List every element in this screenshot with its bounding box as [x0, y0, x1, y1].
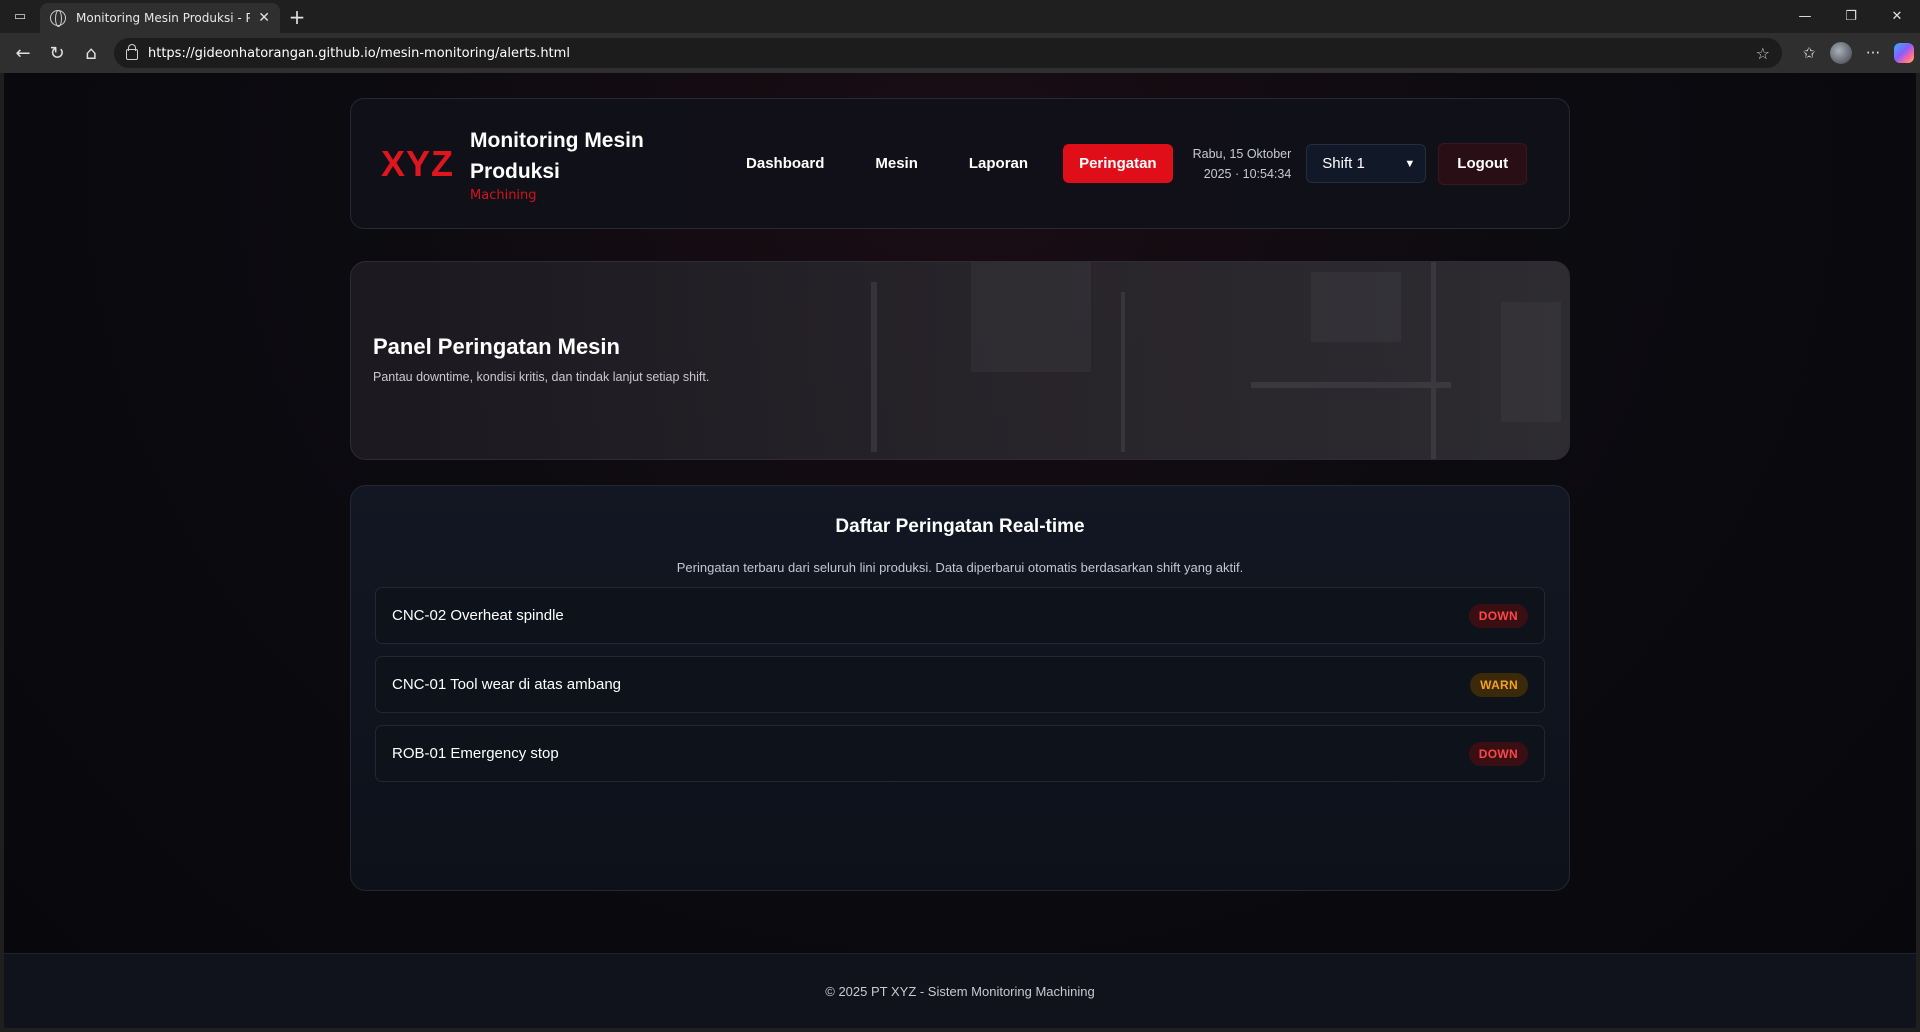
tab-title: Monitoring Mesin Produksi - Peri	[76, 11, 251, 25]
reload-button[interactable]: ↻	[40, 36, 74, 70]
browser-tab-bar: ▭ Monitoring Mesin Produksi - Peri ✕ + —…	[0, 0, 1920, 33]
alert-item[interactable]: CNC-02 Overheat spindle DOWN	[375, 587, 1545, 644]
time-text: 2025 · 10:54:34	[1203, 166, 1292, 181]
alerts-panel: Daftar Peringatan Real-time Peringatan t…	[350, 485, 1570, 891]
favorites-icon[interactable]: ✩	[1792, 36, 1826, 70]
hero-background-image	[351, 262, 1569, 459]
brand-title-line1: Monitoring Mesin	[470, 129, 644, 152]
profile-avatar-icon[interactable]	[1830, 42, 1852, 64]
nav-laporan[interactable]: Laporan	[953, 144, 1044, 183]
hero-banner: Panel Peringatan Mesin Pantau downtime, …	[350, 261, 1570, 460]
brand-title-line2: Produksi	[470, 160, 560, 183]
alert-item[interactable]: ROB-01 Emergency stop DOWN	[375, 725, 1545, 782]
status-badge: DOWN	[1468, 603, 1528, 628]
status-badge: DOWN	[1468, 741, 1528, 766]
back-button[interactable]: ←	[6, 36, 40, 70]
nav-peringatan[interactable]: Peringatan	[1063, 144, 1173, 183]
shift-value: Shift 1	[1322, 155, 1365, 172]
status-badge: WARN	[1470, 672, 1528, 697]
alerts-title: Daftar Peringatan Real-time	[835, 516, 1085, 537]
site-header: XYZ Monitoring Mesin Produksi Machining …	[350, 98, 1570, 229]
home-button[interactable]: ⌂	[74, 36, 108, 70]
favorite-star-icon[interactable]: ☆	[1756, 44, 1770, 63]
more-menu-icon[interactable]: ···	[1856, 36, 1890, 70]
site-footer: © 2025 PT XYZ - Sistem Monitoring Machin…	[4, 953, 1916, 1028]
lock-icon	[126, 44, 138, 60]
close-tab-icon[interactable]: ✕	[258, 10, 270, 26]
brand: Monitoring Mesin Produksi Machining	[470, 124, 700, 203]
hero-subtitle: Pantau downtime, kondisi kritis, dan tin…	[373, 370, 710, 384]
url-text: https://gideonhatorangan.github.io/mesin…	[148, 45, 570, 61]
brand-subtitle: Machining	[470, 188, 537, 203]
alert-text: ROB-01 Emergency stop	[392, 745, 559, 762]
date-text: Rabu, 15 Oktober	[1192, 146, 1292, 161]
shift-select[interactable]: Shift 1 ▼	[1306, 144, 1427, 183]
alert-text: CNC-01 Tool wear di atas ambang	[392, 676, 622, 693]
nav-dashboard[interactable]: Dashboard	[730, 144, 840, 183]
logo: XYZ	[381, 142, 455, 184]
tab-actions-icon[interactable]: ▭	[0, 0, 40, 33]
restore-button[interactable]: ❐	[1828, 0, 1874, 33]
logout-button[interactable]: Logout	[1438, 142, 1528, 185]
address-bar[interactable]: https://gideonhatorangan.github.io/mesin…	[114, 38, 1782, 68]
address-toolbar: ← ↻ ⌂ https://gideonhatorangan.github.io…	[0, 33, 1920, 73]
alert-item[interactable]: CNC-01 Tool wear di atas ambang WARN	[375, 656, 1545, 713]
hero-title: Panel Peringatan Mesin	[373, 334, 620, 359]
alerts-subtitle: Peringatan terbaru dari seluruh lini pro…	[676, 560, 1244, 575]
page-viewport: XYZ Monitoring Mesin Produksi Machining …	[4, 73, 1916, 1028]
copilot-icon[interactable]	[1894, 43, 1914, 63]
chevron-down-icon: ▼	[1404, 157, 1416, 170]
globe-icon	[50, 10, 66, 27]
footer-text: © 2025 PT XYZ - Sistem Monitoring Machin…	[825, 983, 1095, 999]
close-window-button[interactable]: ✕	[1874, 0, 1920, 33]
nav-mesin[interactable]: Mesin	[859, 144, 934, 183]
minimize-button[interactable]: —	[1782, 0, 1828, 33]
alert-text: CNC-02 Overheat spindle	[392, 607, 564, 624]
window-controls: — ❐ ✕	[1782, 0, 1920, 33]
browser-tab[interactable]: Monitoring Mesin Produksi - Peri ✕	[40, 3, 280, 33]
main-nav: Dashboard Mesin Laporan Peringatan	[730, 144, 1193, 183]
datetime: Rabu, 15 Oktober 2025 · 10:54:34	[1193, 144, 1292, 184]
new-tab-button[interactable]: +	[280, 0, 314, 33]
